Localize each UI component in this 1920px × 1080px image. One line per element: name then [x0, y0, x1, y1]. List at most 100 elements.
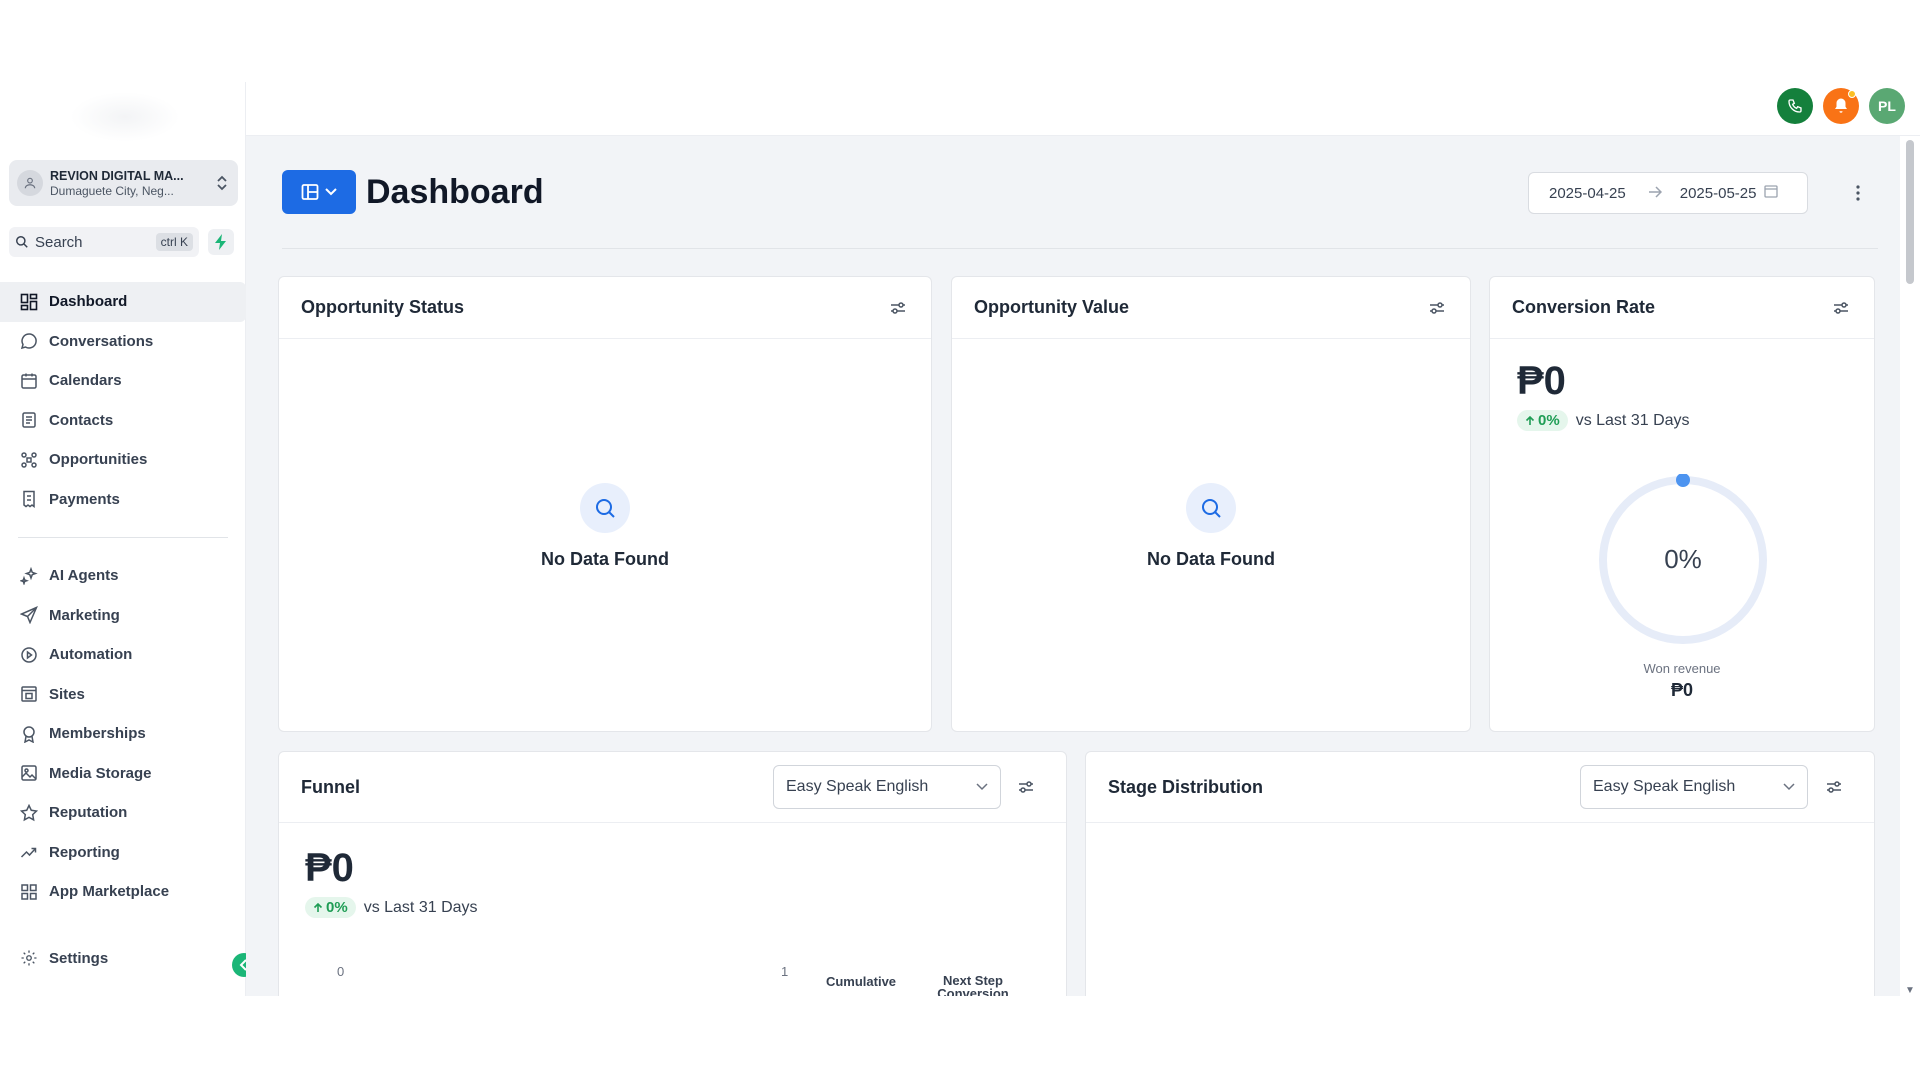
search-shortcut: ctrl K [155, 233, 193, 251]
pipeline-icon [18, 449, 40, 471]
chat-bubble-icon [18, 330, 40, 352]
sidebar-item-conversations[interactable]: Conversations [0, 322, 246, 362]
sidebar-item-label: App Marketplace [49, 883, 170, 901]
sidebar-item-automation[interactable]: Automation [0, 635, 246, 675]
funnel-col-cumulative: Cumulative [825, 974, 897, 989]
funnel-amount: ₱0 [305, 846, 354, 890]
company-logo[interactable] [70, 92, 180, 142]
sidebar-item-reputation[interactable]: Reputation [0, 793, 246, 833]
phone-button[interactable] [1777, 88, 1813, 124]
sidebar-item-label: Reporting [49, 843, 120, 861]
funnel-col-next-line2: Conversion [937, 986, 1009, 996]
sidebar-item-opportunities[interactable]: Opportunities [0, 440, 246, 480]
sidebar-item-ai-agents[interactable]: AI Agents [0, 556, 246, 596]
apps-icon [18, 881, 40, 903]
more-options-button[interactable] [1848, 178, 1868, 208]
chevron-down-icon [325, 188, 337, 196]
gauge-indicator [1676, 474, 1690, 487]
main-scrollbar[interactable]: ▼ [1900, 136, 1920, 996]
won-revenue-amount: ₱0 [1670, 680, 1694, 700]
scrollbar-thumb[interactable] [1906, 140, 1914, 284]
account-location: Dumaguete City, Neg... [50, 183, 174, 198]
end-date[interactable]: 2025-05-25 [1680, 185, 1757, 202]
conversion-rate-card: Conversion Rate ₱0 0% vs Last 31 Days 0%… [1489, 276, 1875, 732]
chevron-up-down-icon [214, 174, 230, 192]
kebab-menu-icon [1856, 185, 1860, 201]
notification-dot [1848, 90, 1856, 98]
phone-icon [1788, 99, 1802, 113]
account-avatar-icon [17, 170, 43, 196]
automation-icon [18, 644, 40, 666]
funnel-axis-end: 1 [781, 964, 789, 979]
quick-action-button[interactable] [208, 229, 234, 255]
change-value: 0% [1538, 412, 1560, 429]
sidebar-item-label: Settings [49, 949, 109, 967]
sidebar-item-memberships[interactable]: Memberships [0, 714, 246, 754]
sidebar-item-marketing[interactable]: Marketing [0, 596, 246, 636]
sidebar-item-label: Marketing [49, 606, 120, 624]
pipeline-select-value: Easy Speak English [1593, 778, 1736, 795]
card-title: Opportunity Status [301, 297, 464, 317]
opportunity-status-card: Opportunity Status No Data Found [278, 276, 932, 732]
empty-state: No Data Found [279, 483, 931, 570]
grid-icon [18, 291, 40, 313]
change-badge: 0% [305, 897, 356, 918]
user-avatar[interactable]: PL [1869, 88, 1905, 124]
filter-icon[interactable] [1426, 297, 1448, 319]
sidebar-item-label: Payments [49, 490, 120, 508]
sidebar-item-sites[interactable]: Sites [0, 675, 246, 715]
pipeline-select[interactable]: Easy Speak English [773, 765, 1001, 809]
sidebar-item-label: Automation [49, 646, 133, 664]
card-title: Opportunity Value [974, 297, 1130, 317]
won-revenue-label: Won revenue [1643, 661, 1721, 676]
sidebar-item-reporting[interactable]: Reporting [0, 833, 246, 873]
change-badge: 0% [1517, 410, 1568, 431]
sidebar-item-label: Sites [49, 685, 85, 703]
funnel-card: Funnel Easy Speak English ₱0 0% vs Last … [278, 751, 1067, 996]
badge-icon [18, 723, 40, 745]
send-icon [18, 604, 40, 626]
chevron-down-icon [1783, 783, 1795, 791]
sidebar-item-label: Media Storage [49, 764, 152, 782]
filter-icon[interactable] [1015, 776, 1037, 798]
site-icon [18, 683, 40, 705]
sidebar-nav: Dashboard Conversations Calendars Contac… [0, 282, 246, 912]
notifications-button[interactable] [1823, 88, 1859, 124]
conversion-gauge: 0% [1599, 474, 1767, 644]
sidebar-item-label: Opportunities [49, 451, 148, 469]
search-icon [580, 483, 630, 533]
sidebar-item-calendars[interactable]: Calendars [0, 361, 246, 401]
search-label: Search [35, 233, 83, 251]
sidebar-item-media-storage[interactable]: Media Storage [0, 754, 246, 794]
date-range-picker[interactable]: 2025-04-25 2025-05-25 [1528, 172, 1808, 214]
pipeline-select[interactable]: Easy Speak English [1580, 765, 1808, 809]
empty-state: No Data Found [952, 483, 1470, 570]
gear-icon [18, 947, 40, 969]
sidebar-item-payments[interactable]: Payments [0, 480, 246, 520]
sidebar-item-contacts[interactable]: Contacts [0, 401, 246, 441]
calendar-icon [1764, 184, 1779, 202]
change-value: 0% [326, 899, 348, 916]
scroll-down-icon[interactable]: ▼ [1905, 985, 1915, 996]
title-divider [282, 248, 1878, 249]
app-root: REVION DIGITAL MA... Dumaguete City, Neg… [0, 82, 1920, 996]
sidebar-item-label: Calendars [49, 372, 122, 390]
filter-icon[interactable] [1823, 776, 1845, 798]
star-icon [18, 802, 40, 824]
filter-icon[interactable] [1830, 297, 1852, 319]
filter-icon[interactable] [887, 297, 909, 319]
search-icon [1186, 483, 1236, 533]
sidebar-item-app-marketplace[interactable]: App Marketplace [0, 872, 246, 912]
account-switcher[interactable]: REVION DIGITAL MA... Dumaguete City, Neg… [9, 160, 238, 206]
sparkle-icon [18, 565, 40, 587]
sidebar-item-settings[interactable]: Settings [0, 942, 246, 974]
start-date[interactable]: 2025-04-25 [1549, 185, 1626, 202]
dashboard-switcher-button[interactable] [282, 170, 356, 214]
card-title: Conversion Rate [1512, 297, 1656, 317]
calendar-icon [18, 370, 40, 392]
chevron-down-icon [976, 783, 988, 791]
sidebar-item-dashboard[interactable]: Dashboard [0, 282, 246, 322]
search-bar[interactable]: Search ctrl K [9, 227, 199, 257]
comparison-text: vs Last 31 Days [363, 898, 478, 916]
sidebar-item-label: Conversations [49, 332, 154, 350]
